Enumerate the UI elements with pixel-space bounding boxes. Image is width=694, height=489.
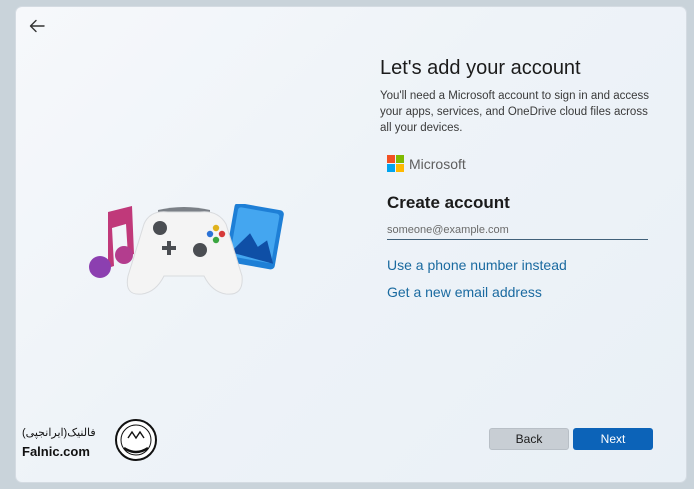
back-button[interactable]: Back [489,428,569,450]
microsoft-brand: Microsoft [387,155,466,172]
music-note-icon [89,206,134,278]
game-controller-icon [126,207,243,295]
back-arrow-button[interactable] [26,15,48,37]
page-title: Let's add your account [380,57,581,79]
microsoft-logo-icon [387,155,404,172]
microsoft-wordmark: Microsoft [409,155,466,172]
next-button[interactable]: Next [573,428,653,450]
get-new-email-link[interactable]: Get a new email address [387,284,542,300]
setup-window: Let's add your account You'll need a Mic… [16,7,686,482]
watermark-site-name: Falnic.com [22,444,90,459]
watermark-seal-logo [115,419,157,461]
use-phone-number-link[interactable]: Use a phone number instead [387,257,567,273]
email-input[interactable] [387,221,648,240]
arrow-left-icon [29,19,45,33]
site-watermark: فالنیک(ایرانجپی) Falnic.com [22,418,162,466]
hero-illustration [84,202,284,304]
page-description: You'll need a Microsoft account to sign … [380,90,649,134]
create-account-title: Create account [387,193,510,212]
watermark-persian-text: فالنیک(ایرانجپی) [22,427,96,439]
